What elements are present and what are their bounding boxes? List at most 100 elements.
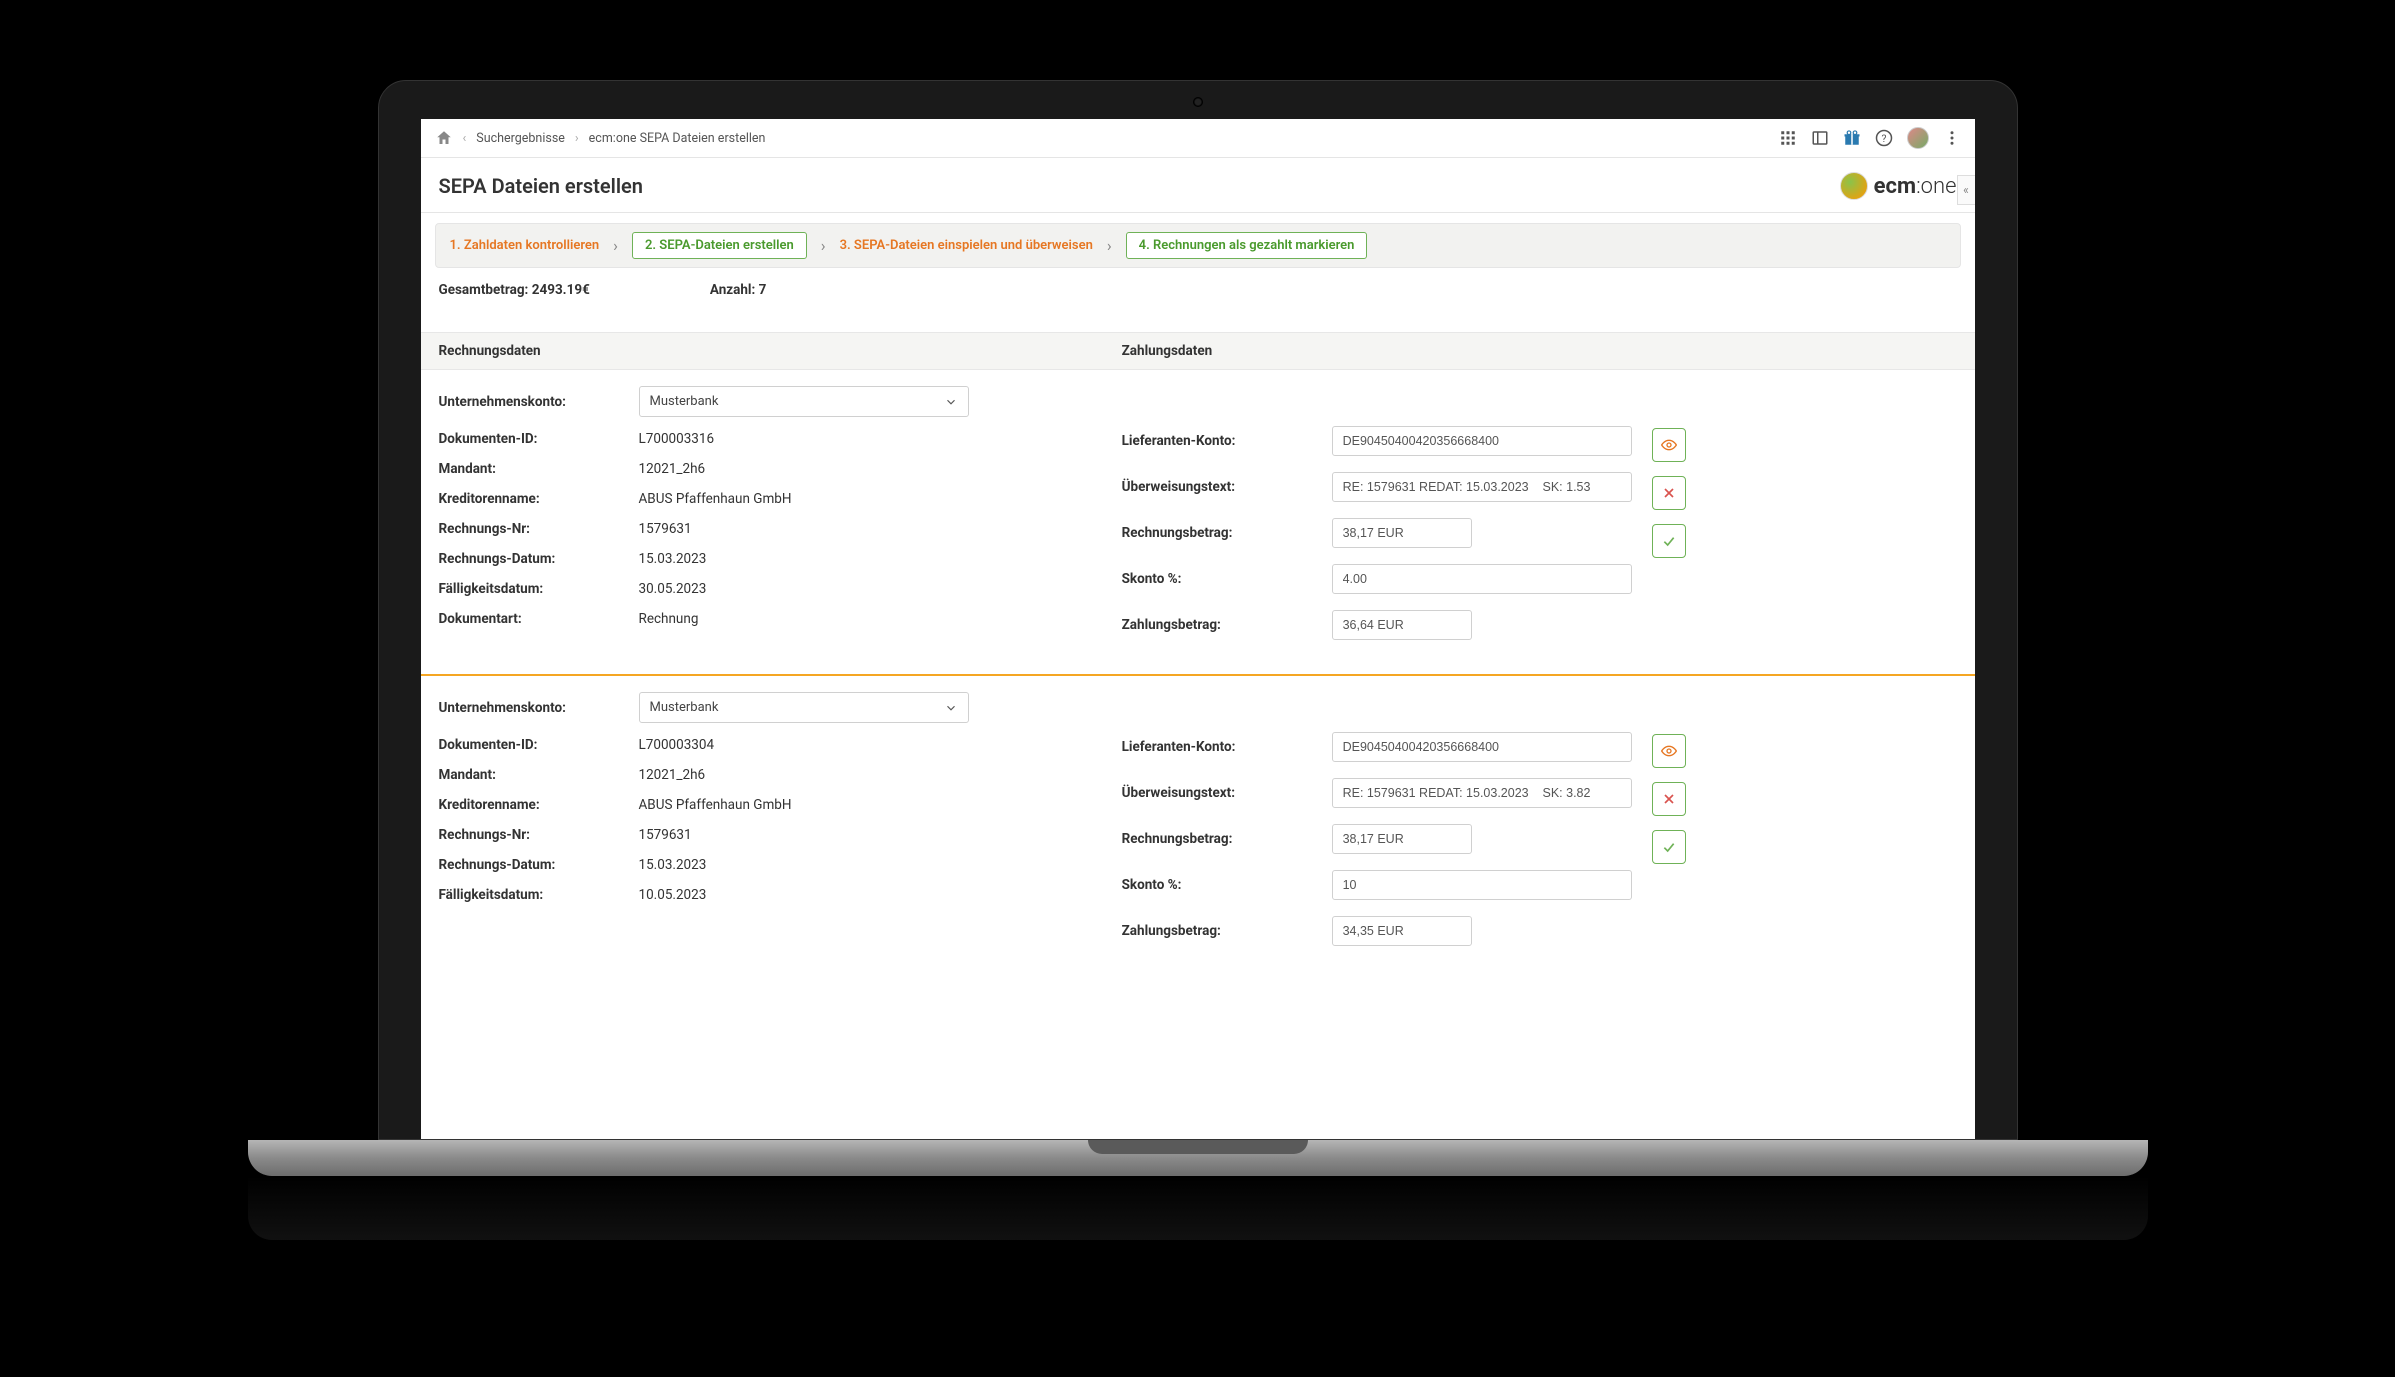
invoice-entry: Unternehmenskonto: Musterbank Dokumenten… bbox=[421, 674, 1975, 980]
value-rechnung-datum: 15.03.2023 bbox=[639, 551, 707, 567]
label-zahlungsbetrag: Zahlungsbetrag: bbox=[1122, 617, 1332, 633]
chevron-right-icon: › bbox=[613, 236, 618, 255]
value-mandant: 12021_2h6 bbox=[639, 461, 706, 477]
label-kreditor: Kreditorenname: bbox=[439, 797, 639, 813]
wizard-step-1[interactable]: 1. Zahldaten kontrollieren bbox=[450, 238, 600, 253]
invoice-entry: Unternehmenskonto: Musterbank Dokumenten… bbox=[421, 370, 1975, 674]
label-doc-id: Dokumenten-ID: bbox=[439, 431, 639, 447]
breadcrumb-search[interactable]: Suchergebnisse bbox=[476, 131, 565, 146]
value-kreditor: ABUS Pfaffenhaun GmbH bbox=[639, 797, 792, 813]
label-faelligkeit: Fälligkeitsdatum: bbox=[439, 581, 639, 597]
label-doc-id: Dokumenten-ID: bbox=[439, 737, 639, 753]
home-icon[interactable] bbox=[435, 129, 453, 147]
view-button[interactable] bbox=[1652, 428, 1686, 462]
label-mandant: Mandant: bbox=[439, 461, 639, 477]
label-skonto: Skonto %: bbox=[1122, 571, 1332, 587]
label-skonto: Skonto %: bbox=[1122, 877, 1332, 893]
wizard-step-4[interactable]: 4. Rechnungen als gezahlt markieren bbox=[1126, 232, 1368, 259]
value-rechnung-datum: 15.03.2023 bbox=[639, 857, 707, 873]
section-head-right: Zahlungsdaten bbox=[1122, 343, 1957, 359]
check-icon bbox=[1661, 839, 1677, 855]
input-skonto[interactable] bbox=[1332, 870, 1632, 900]
view-button[interactable] bbox=[1652, 734, 1686, 768]
input-ueberweisungstext[interactable] bbox=[1332, 472, 1632, 502]
reject-button[interactable] bbox=[1652, 476, 1686, 510]
count-label: Anzahl: bbox=[710, 282, 755, 298]
input-rechnungsbetrag[interactable] bbox=[1332, 824, 1472, 854]
eye-icon bbox=[1661, 743, 1677, 759]
input-zahlungsbetrag[interactable] bbox=[1332, 610, 1472, 640]
apps-icon[interactable] bbox=[1779, 129, 1797, 147]
value-doc-id: L700003316 bbox=[639, 431, 715, 447]
wizard-step-2[interactable]: 2. SEPA-Dateien erstellen bbox=[632, 232, 807, 259]
laptop-bezel: ‹ Suchergebnisse › ecm:one SEPA Dateien … bbox=[378, 80, 2018, 1140]
label-rechnung-datum: Rechnungs-Datum: bbox=[439, 857, 639, 873]
breadcrumb-current: ecm:one SEPA Dateien erstellen bbox=[589, 131, 766, 146]
laptop-mockup: ‹ Suchergebnisse › ecm:one SEPA Dateien … bbox=[378, 80, 2018, 1240]
input-ueberweisungstext[interactable] bbox=[1332, 778, 1632, 808]
company-account-select[interactable]: Musterbank bbox=[639, 692, 969, 723]
payment-data-col: Lieferanten-Konto: Überweisungstext: Rec… bbox=[1122, 386, 1957, 656]
breadcrumb: ‹ Suchergebnisse › ecm:one SEPA Dateien … bbox=[435, 129, 766, 147]
gift-icon[interactable] bbox=[1843, 129, 1861, 147]
label-rechnung-nr: Rechnungs-Nr: bbox=[439, 827, 639, 843]
label-ueberweisungstext: Überweisungstext: bbox=[1122, 785, 1332, 801]
input-lieferanten-konto[interactable] bbox=[1332, 426, 1632, 456]
app-screen: ‹ Suchergebnisse › ecm:one SEPA Dateien … bbox=[421, 119, 1975, 1139]
label-company-account: Unternehmenskonto: bbox=[439, 700, 639, 716]
label-zahlungsbetrag: Zahlungsbetrag: bbox=[1122, 923, 1332, 939]
value-dokumentart: Rechnung bbox=[639, 611, 699, 627]
wizard-step-3[interactable]: 3. SEPA-Dateien einspielen und überweise… bbox=[840, 238, 1093, 253]
value-mandant: 12021_2h6 bbox=[639, 767, 706, 783]
label-rechnungsbetrag: Rechnungsbetrag: bbox=[1122, 525, 1332, 541]
breadcrumb-sep: › bbox=[575, 131, 579, 146]
x-icon bbox=[1661, 791, 1677, 807]
input-rechnungsbetrag[interactable] bbox=[1332, 518, 1472, 548]
top-bar: ‹ Suchergebnisse › ecm:one SEPA Dateien … bbox=[421, 119, 1975, 158]
chevron-right-icon: › bbox=[821, 236, 826, 255]
chevron-right-icon: › bbox=[1107, 236, 1112, 255]
label-rechnungsbetrag: Rechnungsbetrag: bbox=[1122, 831, 1332, 847]
label-lieferanten-konto: Lieferanten-Konto: bbox=[1122, 433, 1332, 449]
user-avatar[interactable] bbox=[1907, 127, 1929, 149]
label-ueberweisungstext: Überweisungstext: bbox=[1122, 479, 1332, 495]
total-label: Gesamtbetrag: bbox=[439, 282, 529, 298]
side-expand-tab[interactable]: « bbox=[1957, 175, 1975, 205]
approve-button[interactable] bbox=[1652, 830, 1686, 864]
panel-icon[interactable] bbox=[1811, 129, 1829, 147]
more-icon[interactable] bbox=[1943, 129, 1961, 147]
value-faelligkeit: 30.05.2023 bbox=[639, 581, 707, 597]
label-kreditor: Kreditorenname: bbox=[439, 491, 639, 507]
x-icon bbox=[1661, 485, 1677, 501]
total-value: 2493.19€ bbox=[532, 282, 590, 298]
value-rechnung-nr: 1579631 bbox=[639, 827, 692, 843]
entry-actions bbox=[1652, 692, 1686, 962]
eye-icon bbox=[1661, 437, 1677, 453]
logo-text-b: :one bbox=[1916, 174, 1956, 199]
globe-icon bbox=[1840, 172, 1868, 200]
help-icon[interactable]: ? bbox=[1875, 129, 1893, 147]
section-header: Rechnungsdaten Zahlungsdaten bbox=[421, 332, 1975, 370]
invoice-data-col: Unternehmenskonto: Musterbank Dokumenten… bbox=[439, 692, 1122, 962]
check-icon bbox=[1661, 533, 1677, 549]
value-faelligkeit: 10.05.2023 bbox=[639, 887, 707, 903]
input-lieferanten-konto[interactable] bbox=[1332, 732, 1632, 762]
section-head-left: Rechnungsdaten bbox=[439, 343, 1122, 359]
label-mandant: Mandant: bbox=[439, 767, 639, 783]
page-header: SEPA Dateien erstellen ecm:one bbox=[421, 158, 1975, 213]
payment-data-col: Lieferanten-Konto: Überweisungstext: Rec… bbox=[1122, 692, 1957, 962]
laptop-camera bbox=[1193, 97, 1203, 107]
count-value: 7 bbox=[759, 282, 767, 298]
logo-text-a: ecm bbox=[1874, 174, 1916, 199]
select-value: Musterbank bbox=[650, 394, 719, 409]
reject-button[interactable] bbox=[1652, 782, 1686, 816]
summary-row: Gesamtbetrag: 2493.19€ Anzahl: 7 bbox=[421, 268, 1975, 306]
invoice-data-col: Unternehmenskonto: Musterbank Dokumenten… bbox=[439, 386, 1122, 656]
approve-button[interactable] bbox=[1652, 524, 1686, 558]
label-dokumentart: Dokumentart: bbox=[439, 611, 639, 627]
input-zahlungsbetrag[interactable] bbox=[1332, 916, 1472, 946]
value-kreditor: ABUS Pfaffenhaun GmbH bbox=[639, 491, 792, 507]
input-skonto[interactable] bbox=[1332, 564, 1632, 594]
page-title: SEPA Dateien erstellen bbox=[439, 174, 643, 198]
company-account-select[interactable]: Musterbank bbox=[639, 386, 969, 417]
